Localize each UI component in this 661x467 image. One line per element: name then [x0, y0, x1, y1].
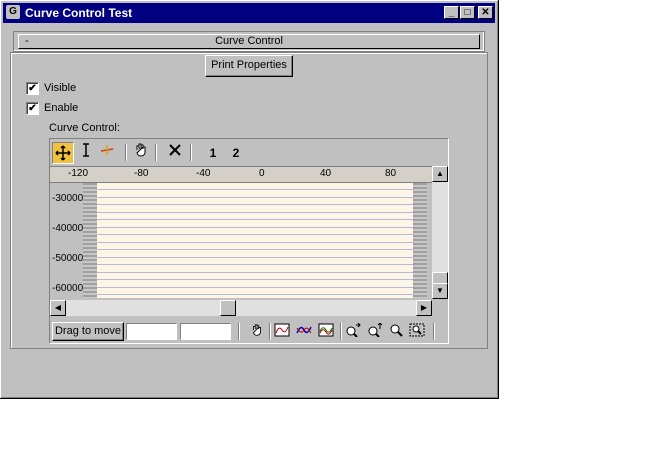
grid-line [97, 219, 413, 220]
ruler-label: -40 [196, 168, 211, 179]
scroll-up-button[interactable]: ▲ [432, 166, 448, 182]
grid-line [97, 227, 413, 228]
zoom-icon[interactable] [387, 323, 405, 340]
toolbar-separator [190, 144, 192, 161]
insert-point-icon[interactable] [97, 142, 119, 164]
main-window: G Curve Control Test _ □ ✕ - Curve Contr… [0, 0, 499, 399]
curve-2-toggle[interactable]: 2 [225, 142, 247, 164]
grid-line [97, 287, 413, 288]
grid-line [97, 189, 413, 190]
enable-label: Enable [44, 102, 79, 114]
rollout-title: Curve Control [215, 35, 283, 47]
grid-line [97, 242, 413, 243]
zoom-value-extents-icon[interactable] [317, 323, 335, 340]
grid-line [97, 204, 413, 205]
x-value-field[interactable] [126, 323, 177, 340]
left-range-gutter [83, 183, 97, 298]
y-axis-label: -30000 [52, 193, 84, 204]
vertical-scrollbar[interactable]: ▲ ▼ [432, 166, 448, 299]
hand-icon[interactable] [130, 142, 152, 164]
enable-checkbox[interactable]: ✔ [26, 102, 39, 115]
zoom-horizontal-extents-icon[interactable] [295, 323, 313, 340]
grid-line [97, 197, 413, 198]
grid-line [97, 294, 413, 295]
window-title: Curve Control Test [25, 6, 133, 20]
app-icon[interactable]: G [6, 5, 20, 19]
delete-icon[interactable] [164, 142, 186, 164]
curve-control: 1 2 -120 -80 -40 0 40 80 -30000 -40000 -… [49, 138, 449, 344]
visible-label: Visible [44, 82, 77, 94]
curve-status-bar: Drag to move [50, 319, 448, 343]
zoom-region-icon[interactable] [408, 323, 426, 340]
status-separator [340, 323, 342, 340]
rollout-header: - Curve Control [13, 31, 485, 52]
status-separator [238, 323, 240, 340]
ruler-label: 0 [259, 168, 265, 179]
title-bar[interactable]: G Curve Control Test _ □ ✕ [3, 3, 495, 23]
ruler-label: 40 [320, 168, 332, 179]
move-icon[interactable] [52, 142, 74, 164]
y-axis-label: -60000 [52, 283, 84, 294]
x-ruler: -120 -80 -40 0 40 80 [50, 167, 432, 183]
curve-graph[interactable]: -120 -80 -40 0 40 80 -30000 -40000 -5000… [50, 166, 432, 300]
toolbar-separator [155, 144, 157, 161]
grid-line [97, 212, 413, 213]
print-properties-button[interactable]: Print Properties [205, 55, 293, 77]
right-range-gutter [413, 183, 427, 298]
pan-hand-icon[interactable] [248, 323, 266, 340]
horizontal-scrollbar[interactable]: ◀ ▶ [50, 300, 432, 316]
zoom-vertical-icon[interactable] [366, 322, 384, 340]
plot-area[interactable] [97, 183, 413, 298]
ruler-label: -120 [68, 168, 89, 179]
grid-line [97, 279, 413, 280]
grid-line [97, 234, 413, 235]
scroll-down-button[interactable]: ▼ [432, 283, 448, 299]
grid-line [97, 257, 413, 258]
zoom-horizontal-icon[interactable] [344, 322, 362, 340]
close-button[interactable]: ✕ [478, 6, 493, 19]
ruler-label: -80 [134, 168, 149, 179]
grid-line [97, 249, 413, 250]
status-separator [269, 323, 271, 340]
ruler-label: 80 [385, 168, 397, 179]
y-axis-label: -50000 [52, 253, 84, 264]
scroll-right-button[interactable]: ▶ [416, 300, 432, 316]
maximize-button[interactable]: □ [460, 6, 475, 19]
scale-icon[interactable] [75, 142, 97, 164]
grid-line [97, 272, 413, 273]
horizontal-scroll-thumb[interactable] [220, 300, 236, 316]
visible-checkbox[interactable]: ✔ [26, 82, 39, 95]
grid-line [97, 264, 413, 265]
scroll-left-button[interactable]: ◀ [50, 300, 66, 316]
minimize-button[interactable]: _ [444, 6, 459, 19]
rollout-toggle-bar[interactable]: - Curve Control [18, 34, 480, 49]
y-axis-label: -40000 [52, 223, 84, 234]
curve-toolbar: 1 2 [50, 139, 448, 165]
curve-1-toggle[interactable]: 1 [202, 142, 224, 164]
y-value-field[interactable] [180, 323, 231, 340]
toolbar-separator [125, 144, 127, 161]
curve-control-label: Curve Control: [49, 122, 120, 134]
zoom-extents-icon[interactable] [273, 323, 291, 340]
drag-to-move-label: Drag to move [52, 322, 124, 341]
status-separator [433, 323, 435, 340]
